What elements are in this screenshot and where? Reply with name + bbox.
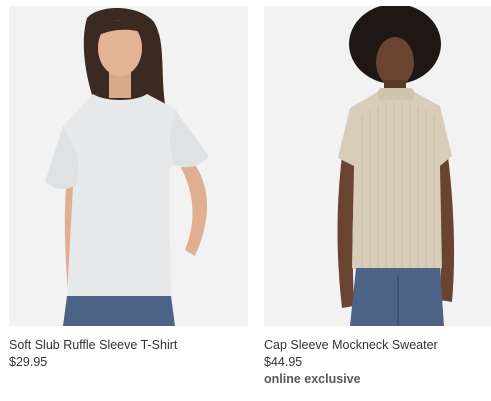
- online-exclusive-badge: online exclusive: [264, 372, 361, 386]
- product-name[interactable]: Soft Slub Ruffle Sleeve T-Shirt: [9, 337, 248, 354]
- product-image[interactable]: [9, 6, 248, 326]
- product-photo-illustration: [264, 6, 491, 326]
- product-card[interactable]: Cap Sleeve Mockneck Sweater $44.95 onlin…: [264, 6, 491, 388]
- product-card[interactable]: Soft Slub Ruffle Sleeve T-Shirt $29.95: [9, 6, 248, 371]
- product-price: $44.95: [264, 355, 303, 369]
- product-photo-illustration: [9, 6, 248, 326]
- product-name[interactable]: Cap Sleeve Mockneck Sweater: [264, 337, 491, 354]
- product-price: $29.95: [9, 355, 48, 369]
- product-image[interactable]: [264, 6, 491, 326]
